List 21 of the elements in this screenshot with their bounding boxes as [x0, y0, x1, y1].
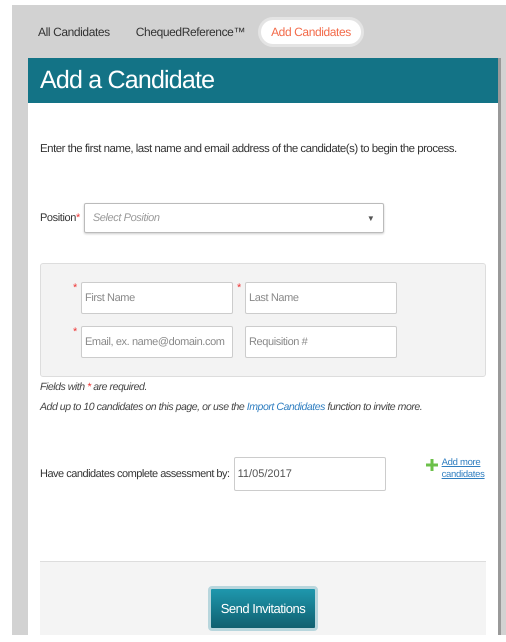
intro-text: Enter the first name, last name and email address of the candidate(s) to begin the process. [40, 143, 458, 155]
deadline-label: Have candidates complete assessment by: [40, 468, 230, 480]
required-mark: * [73, 282, 77, 294]
required-mark: * [237, 282, 241, 294]
date-field[interactable]: 11/05/2017 [234, 457, 386, 491]
required-note: Fields with * are required. [40, 380, 148, 395]
input-field[interactable]: First Name [81, 282, 233, 314]
import-candidates-link[interactable]: Import Candidates [246, 401, 325, 413]
send-invitations-button[interactable]: Send Invitations [208, 586, 318, 631]
position-label: Position* [40, 212, 80, 224]
position-select[interactable]: Select Position ▼ [84, 203, 384, 233]
required-mark: * [73, 326, 77, 338]
input-field[interactable]: Requisition # [245, 326, 397, 358]
panel-title: Add a Candidate [40, 66, 216, 95]
limit-note: Add up to 10 candidates on this page, or use the Import Candidates function to invite more. [40, 400, 424, 415]
input-field[interactable]: Last Name [245, 282, 397, 314]
add-more-link[interactable]: Add more candidates [442, 457, 486, 481]
tab[interactable]: ChequedReference™ [126, 20, 256, 44]
input-field[interactable]: Email, ex. name@domain.com [81, 326, 233, 358]
caret-icon: ▼ [366, 214, 375, 222]
tab[interactable]: All Candidates [28, 20, 120, 44]
